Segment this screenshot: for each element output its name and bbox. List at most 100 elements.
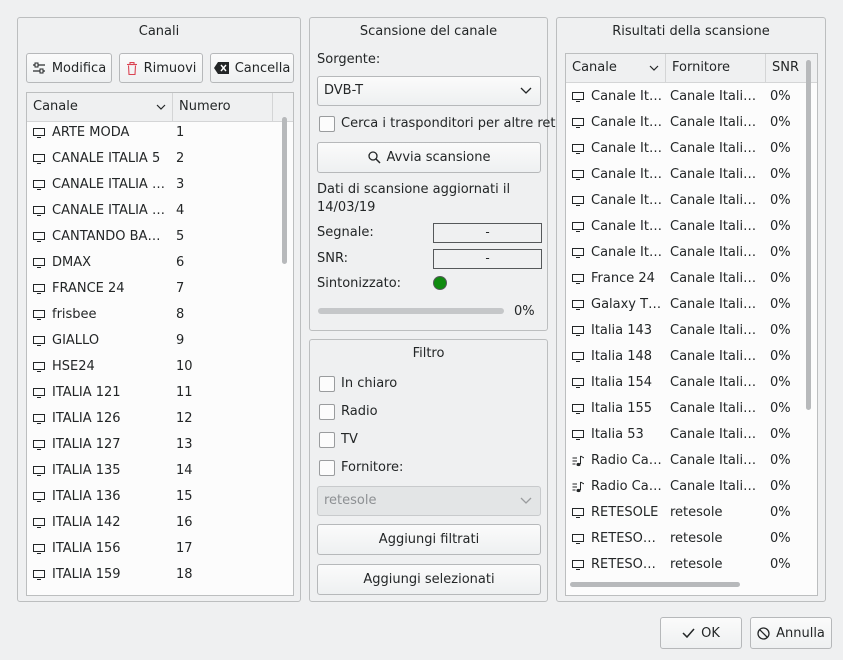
list-item[interactable]: ITALIA 127 13 xyxy=(27,432,293,458)
tuned-label: Sintonizzato: xyxy=(317,276,402,291)
list-item[interactable]: FRANCE 24 7 xyxy=(27,276,293,302)
column-header-snr[interactable]: SNR xyxy=(766,54,806,82)
add-selected-button-label: Aggiungi selezionati xyxy=(363,572,495,587)
list-item[interactable]: HSE24 10 xyxy=(27,354,293,380)
table-row[interactable]: Italia 155 Canale Italia 2 0% xyxy=(566,396,817,422)
channels-list[interactable]: Canale Numero ARTE MODA 1 CANALE ITALIA 5 2… xyxy=(26,92,294,596)
table-row[interactable]: Galaxy Tv 2 Canale Italia 2 0% xyxy=(566,292,817,318)
result-provider: Canale Italia 2 xyxy=(670,401,762,416)
start-scan-button-label: Avvia scansione xyxy=(386,150,491,165)
search-other-networks-checkbox[interactable] xyxy=(319,116,335,132)
tv-icon xyxy=(572,91,584,103)
signal-label: Segnale: xyxy=(317,225,374,240)
provider-select[interactable]: retesole xyxy=(317,486,541,516)
snr-value: - xyxy=(433,249,542,269)
list-item[interactable]: ITALIA 159 18 xyxy=(27,562,293,588)
results-list-vscrollbar[interactable] xyxy=(806,60,811,410)
result-snr: 0% xyxy=(770,115,791,130)
column-header-provider[interactable]: Fornitore xyxy=(666,54,766,82)
result-channel: RETESOLE 1 xyxy=(591,531,662,546)
table-row[interactable]: France 24 Canale Italia 2 0% xyxy=(566,266,817,292)
source-select[interactable]: DVB-T xyxy=(317,76,541,106)
table-row[interactable]: RETESOLE 2 retesole 0% xyxy=(566,552,817,578)
list-item[interactable]: CANALE ITALIA 84 4 xyxy=(27,198,293,224)
clear-checkbox[interactable] xyxy=(319,376,335,392)
result-provider: Canale Italia 2 xyxy=(670,115,762,130)
channel-number: 7 xyxy=(176,281,185,296)
list-item[interactable]: ARTE MODA 1 xyxy=(27,120,293,146)
tv-icon xyxy=(33,439,45,451)
result-channel: Italia 143 xyxy=(591,323,653,338)
edit-button[interactable]: Modifica xyxy=(26,53,112,83)
result-channel: Galaxy Tv 2 xyxy=(591,297,662,312)
tv-icon xyxy=(572,247,584,259)
tv-icon xyxy=(572,143,584,155)
table-row[interactable]: RETESOLE 1 retesole 0% xyxy=(566,526,817,552)
tv-checkbox[interactable] xyxy=(319,432,335,448)
table-row[interactable]: Italia 53 Canale Italia 2 0% xyxy=(566,422,817,448)
list-item[interactable]: ITALIA 156 17 xyxy=(27,536,293,562)
channels-list-header: Canale Numero xyxy=(27,93,293,122)
list-item[interactable]: ITALIA 142 16 xyxy=(27,510,293,536)
result-provider: Canale Italia 2 xyxy=(670,219,762,234)
column-header-channel[interactable]: Canale xyxy=(566,54,666,82)
channel-number: 1 xyxy=(176,125,185,140)
table-row[interactable]: Italia 154 Canale Italia 2 0% xyxy=(566,370,817,396)
result-channel: Italia 155 xyxy=(591,401,653,416)
add-selected-button[interactable]: Aggiungi selezionati xyxy=(317,564,541,595)
result-snr: 0% xyxy=(770,89,791,104)
table-row[interactable]: Canale Italia 5 Canale Italia 2 0% xyxy=(566,84,817,110)
table-row[interactable]: Canale Italia 7 Canale Italia 2 0% xyxy=(566,136,817,162)
list-item[interactable]: frisbee 8 xyxy=(27,302,293,328)
delete-button[interactable]: Cancella xyxy=(210,53,294,83)
channel-name: ITALIA 135 xyxy=(52,463,121,478)
tv-icon xyxy=(572,377,584,389)
cancel-button[interactable]: Annulla xyxy=(750,617,832,649)
result-provider: Canale Italia 2 xyxy=(670,453,762,468)
list-item[interactable]: ITALIA 121 11 xyxy=(27,380,293,406)
tv-icon xyxy=(33,153,45,165)
list-item[interactable]: GIALLO 9 xyxy=(27,328,293,354)
radio-checkbox[interactable] xyxy=(319,404,335,420)
provider-checkbox[interactable] xyxy=(319,460,335,476)
table-row[interactable]: Canale Italia 6 Canale Italia 2 0% xyxy=(566,110,817,136)
results-list[interactable]: Canale Fornitore SNR Canale Italia 5Cana… xyxy=(565,53,818,596)
start-scan-button[interactable]: Avvia scansione xyxy=(317,142,541,173)
scan-progress-bar xyxy=(318,308,504,314)
table-row[interactable]: Italia 143 Canale Italia 2 0% xyxy=(566,318,817,344)
list-item[interactable]: CANALE ITALIA 83 3 xyxy=(27,172,293,198)
result-snr: 0% xyxy=(770,375,791,390)
channel-number: 2 xyxy=(176,151,185,166)
table-row[interactable]: Radio Canale Italia Canale Italia 2 0% xyxy=(566,448,817,474)
results-list-hscrollbar[interactable] xyxy=(570,582,740,587)
tv-icon xyxy=(572,325,584,337)
column-header-channel[interactable]: Canale xyxy=(27,93,173,121)
table-row[interactable]: Canale Italia 85 Canale Italia 2 0% xyxy=(566,214,817,240)
table-row[interactable]: Radio Canale Italia 2 Canale Italia 2 0% xyxy=(566,474,817,500)
source-label: Sorgente: xyxy=(317,52,381,67)
result-provider: retesole xyxy=(670,505,723,520)
list-item[interactable]: ITALIA 126 12 xyxy=(27,406,293,432)
result-provider: Canale Italia 2 xyxy=(670,245,762,260)
add-filtered-button[interactable]: Aggiungi filtrati xyxy=(317,524,541,555)
list-item[interactable]: ITALIA 135 14 xyxy=(27,458,293,484)
list-item[interactable]: CANALE ITALIA 5 2 xyxy=(27,146,293,172)
list-item[interactable]: DMAX 6 xyxy=(27,250,293,276)
ok-button[interactable]: OK xyxy=(660,617,742,649)
table-row[interactable]: Canale Italia 86 Canale Italia 2 0% xyxy=(566,240,817,266)
tv-icon xyxy=(33,413,45,425)
table-row[interactable]: Canale Italia 83 Canale Italia 2 0% xyxy=(566,162,817,188)
table-row[interactable]: Italia 148 Canale Italia 2 0% xyxy=(566,344,817,370)
list-item[interactable]: ITALIA 136 15 xyxy=(27,484,293,510)
chevron-down-icon xyxy=(520,497,532,504)
table-row[interactable]: RETESOLE retesole 0% xyxy=(566,500,817,526)
remove-button[interactable]: Rimuovi xyxy=(119,53,203,83)
edit-button-label: Modifica xyxy=(51,60,107,76)
table-row[interactable]: Canale Italia 84 Canale Italia 2 0% xyxy=(566,188,817,214)
channels-list-scrollbar[interactable] xyxy=(282,117,287,264)
tv-icon xyxy=(33,361,45,373)
provider-select-value: retesole xyxy=(324,493,377,508)
column-header-number[interactable]: Numero xyxy=(173,93,273,121)
channel-name: ITALIA 126 xyxy=(52,411,121,426)
list-item[interactable]: CANTANDO BALLANDO 5 xyxy=(27,224,293,250)
